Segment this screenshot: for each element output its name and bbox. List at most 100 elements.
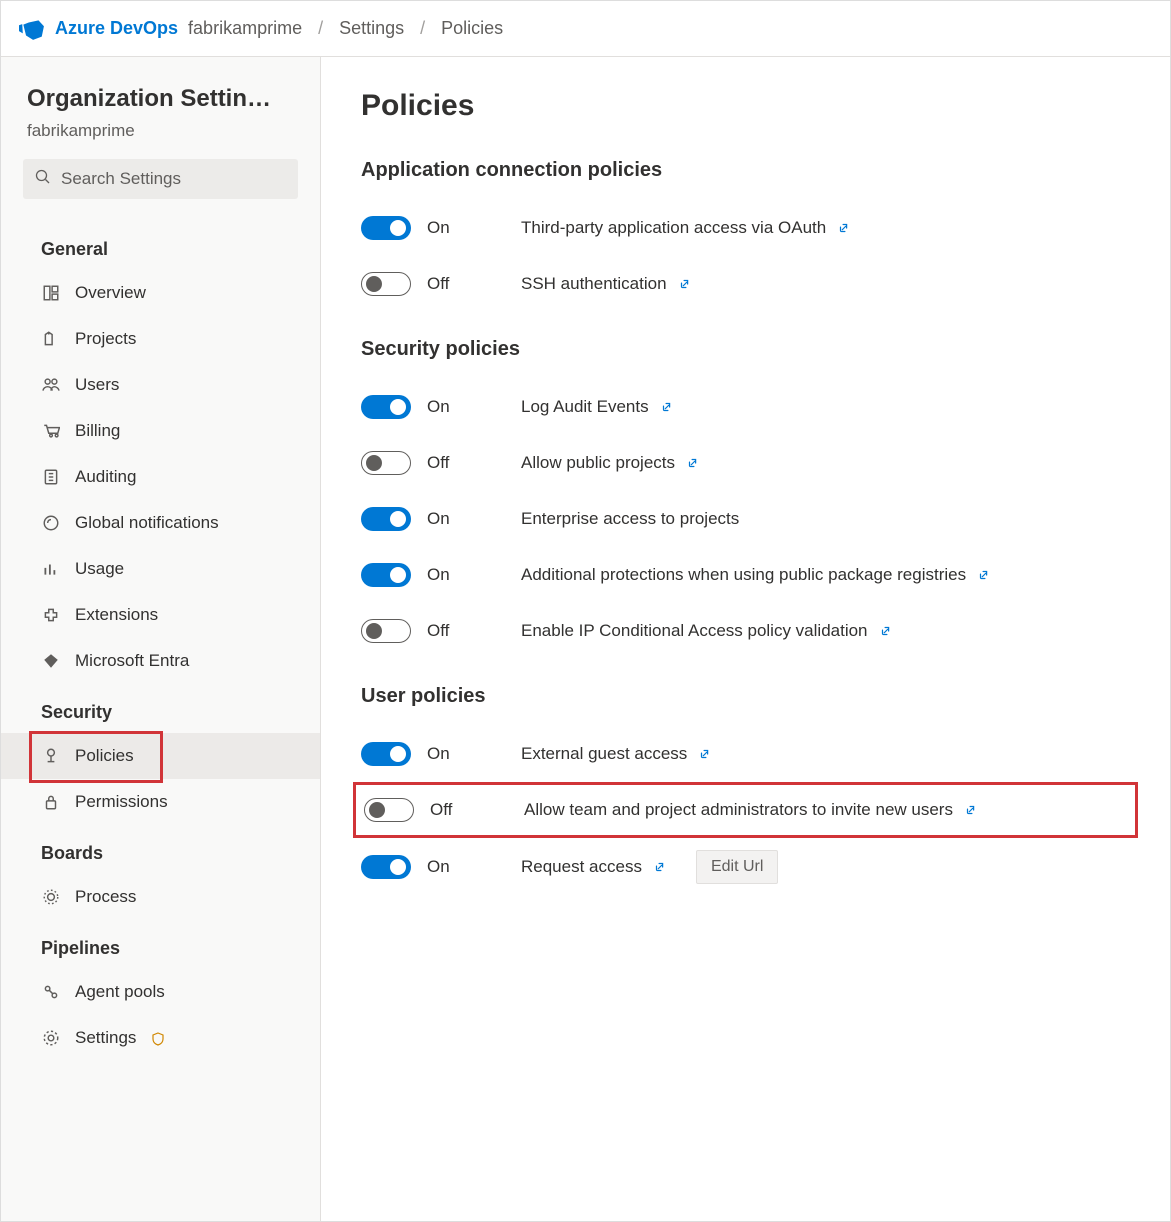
settings-icon [41, 1028, 61, 1048]
sidebar-item-microsoft-entra[interactable]: Microsoft Entra [1, 638, 320, 684]
sidebar-item-overview[interactable]: Overview [1, 270, 320, 316]
breadcrumb-settings[interactable]: Settings [339, 18, 404, 39]
section-title: Application connection policies [361, 159, 1130, 182]
sidebar-item-global-notifications[interactable]: Global notifications [1, 500, 320, 546]
policy-row: OnThird-party application access via OAu… [361, 200, 1130, 256]
auditing-icon [41, 467, 61, 487]
brand-name[interactable]: Azure DevOps [55, 18, 178, 39]
toggle-state-label: Off [430, 800, 452, 820]
toggle-state-label: On [427, 744, 450, 764]
toggle-state-label: On [427, 218, 450, 238]
permissions-icon [41, 792, 61, 812]
breadcrumb-policies[interactable]: Policies [441, 18, 503, 39]
toggle-switch[interactable] [361, 272, 411, 296]
sidebar-item-agent-pools[interactable]: Agent pools [1, 969, 320, 1015]
toggle-switch[interactable] [361, 563, 411, 587]
toggle-switch[interactable] [361, 855, 411, 879]
policies-icon [41, 746, 61, 766]
external-link-icon[interactable] [963, 802, 979, 818]
sidebar-item-label: Usage [75, 559, 124, 579]
projects-icon [41, 329, 61, 349]
extensions-icon [41, 605, 61, 625]
shield-icon [152, 1031, 164, 1045]
users-icon [41, 375, 61, 395]
page-title: Policies [361, 89, 1130, 123]
sidebar-item-auditing[interactable]: Auditing [1, 454, 320, 500]
sidebar-subtitle: fabrikamprime [1, 113, 320, 159]
external-link-icon[interactable] [685, 455, 701, 471]
external-link-icon[interactable] [652, 859, 668, 875]
policy-label: SSH authentication [521, 274, 667, 294]
search-placeholder: Search Settings [61, 169, 181, 189]
policy-label: Enable IP Conditional Access policy vali… [521, 621, 868, 641]
sidebar-item-label: Microsoft Entra [75, 651, 189, 671]
search-icon [35, 169, 51, 190]
sidebar-item-extensions[interactable]: Extensions [1, 592, 320, 638]
breadcrumb-org[interactable]: fabrikamprime [188, 18, 302, 39]
toggle-switch[interactable] [364, 798, 414, 822]
external-link-icon[interactable] [659, 399, 675, 415]
azure-devops-logo-icon [19, 16, 45, 42]
policy-label: Request access [521, 857, 642, 877]
top-bar: Azure DevOps fabrikamprime / Settings / … [1, 1, 1170, 57]
policy-row: Off SSH authentication [361, 256, 1130, 312]
edit-url-button[interactable]: Edit Url [696, 850, 778, 884]
sidebar-group-pipelines: Pipelines [1, 920, 320, 969]
section-title: User policies [361, 685, 1130, 708]
sidebar-item-label: Users [75, 375, 119, 395]
policy-label: Allow team and project administrators to… [524, 800, 953, 820]
toggle-switch[interactable] [361, 742, 411, 766]
external-link-icon[interactable] [976, 567, 992, 583]
policy-label: Allow public projects [521, 453, 675, 473]
sidebar-item-label: Projects [75, 329, 136, 349]
toggle-switch[interactable] [361, 216, 411, 240]
breadcrumb-sep: / [414, 18, 431, 39]
policy-row: On Request access Edit Url [361, 838, 1130, 896]
sidebar-item-process[interactable]: Process [1, 874, 320, 920]
sidebar-item-label: Global notifications [75, 513, 219, 533]
toggle-state-label: Off [427, 621, 449, 641]
process-icon [41, 887, 61, 907]
policy-row: OnAdditional protections when using publ… [361, 547, 1130, 603]
sidebar-item-settings[interactable]: Settings [1, 1015, 320, 1061]
sidebar-item-users[interactable]: Users [1, 362, 320, 408]
usage-icon [41, 559, 61, 579]
policy-row: Off Allow team and project administrators… [353, 782, 1138, 838]
sidebar-group-general: General [1, 221, 320, 270]
policy-row: Off Allow public projects [361, 435, 1130, 491]
external-link-icon[interactable] [677, 276, 693, 292]
policy-row: OnEnterprise access to projects [361, 491, 1130, 547]
external-link-icon[interactable] [878, 623, 894, 639]
breadcrumb-sep: / [312, 18, 329, 39]
notify-icon [41, 513, 61, 533]
section-title: Security policies [361, 338, 1130, 361]
toggle-switch[interactable] [361, 451, 411, 475]
toggle-state-label: Off [427, 453, 449, 473]
sidebar-item-label: Settings [75, 1028, 136, 1048]
sidebar: Organization Settin… fabrikamprime Searc… [1, 57, 321, 1221]
policy-label: Additional protections when using public… [521, 565, 966, 585]
sidebar-group-security: Security [1, 684, 320, 733]
policy-row: OnLog Audit Events [361, 379, 1130, 435]
toggle-switch[interactable] [361, 507, 411, 531]
toggle-switch[interactable] [361, 395, 411, 419]
toggle-switch[interactable] [361, 619, 411, 643]
sidebar-group-boards: Boards [1, 825, 320, 874]
sidebar-item-label: Policies [75, 746, 134, 766]
sidebar-item-permissions[interactable]: Permissions [1, 779, 320, 825]
sidebar-item-billing[interactable]: Billing [1, 408, 320, 454]
sidebar-item-label: Agent pools [75, 982, 165, 1002]
billing-icon [41, 421, 61, 441]
sidebar-item-projects[interactable]: Projects [1, 316, 320, 362]
sidebar-item-label: Auditing [75, 467, 136, 487]
toggle-state-label: On [427, 857, 450, 877]
toggle-state-label: Off [427, 274, 449, 294]
external-link-icon[interactable] [697, 746, 713, 762]
policy-row: Off Enable IP Conditional Access policy v… [361, 603, 1130, 659]
policy-label: Log Audit Events [521, 397, 649, 417]
external-link-icon[interactable] [836, 220, 852, 236]
sidebar-item-usage[interactable]: Usage [1, 546, 320, 592]
entra-icon [41, 651, 61, 671]
sidebar-item-policies[interactable]: Policies [1, 733, 320, 779]
search-settings-input[interactable]: Search Settings [23, 159, 298, 199]
